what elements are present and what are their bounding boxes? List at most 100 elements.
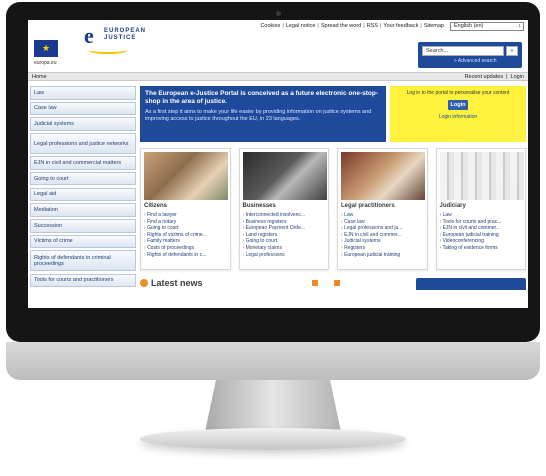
recent-updates-link[interactable]: Recent updates (465, 74, 504, 80)
card-title[interactable]: Citizens (144, 203, 227, 209)
nav-home-link[interactable]: Home (32, 74, 47, 80)
banner-text: As a first step it aims to make your lif… (145, 109, 372, 122)
top-link-spread-the-word[interactable]: Spread the word (321, 23, 361, 29)
login-link[interactable]: Login (511, 74, 524, 80)
card-link[interactable]: Case law (341, 219, 424, 226)
top-link-feedback[interactable]: Your feedback (383, 23, 418, 29)
audience-cards: Citizens Find a lawyer Find a notary Goi… (140, 148, 526, 270)
search-icon[interactable]: ⌕ (506, 46, 518, 56)
judiciary-image[interactable] (439, 152, 524, 200)
card-legal-practitioners: Legal practitioners Law Case law Legal p… (337, 148, 428, 270)
top-link-cookies[interactable]: Cookies (260, 23, 280, 29)
card-link[interactable]: Interconnected insolvenc... (243, 212, 326, 219)
language-select[interactable]: English (en) ↕ (450, 21, 524, 31)
monitor-mockup: ★ europa.eu e EUROPEAN JUSTICE Search...… (0, 0, 546, 476)
divider: | (317, 23, 319, 29)
card-link[interactable]: Law (440, 212, 523, 219)
card-link[interactable]: Rights of defendants in c... (144, 252, 227, 259)
camera-dot (276, 11, 281, 16)
divider: | (420, 23, 422, 29)
card-link[interactable]: Going to court (243, 238, 326, 245)
legal-practitioners-image[interactable] (341, 152, 425, 200)
top-link-legal-notice[interactable]: Legal notice (286, 23, 316, 29)
top-link-rss[interactable]: RSS (367, 23, 378, 29)
sidebar-item-rights-of-defendants[interactable]: Rights of defendants in criminal proceed… (30, 250, 136, 272)
card-link[interactable]: Registers (341, 245, 424, 252)
monitor-stand-neck (205, 380, 341, 432)
search-input[interactable]: Search... (422, 46, 504, 56)
news-feed-icons (312, 280, 342, 286)
nav-right-links: Recent updates | Login (465, 74, 524, 80)
card-link[interactable]: Business registers (243, 219, 326, 226)
sidebar-item-law[interactable]: Law (30, 86, 136, 100)
monitor-chin (6, 342, 540, 380)
card-link[interactable]: EJN in civil and commer... (440, 225, 523, 232)
card-link[interactable]: Videoconferencing (440, 238, 523, 245)
card-link[interactable]: Find a lawyer (144, 212, 227, 219)
sidebar-item-mediation[interactable]: Mediation (30, 203, 136, 217)
sidebar-item-judicial-systems[interactable]: Judicial systems (30, 117, 136, 131)
card-link[interactable]: Family matters (144, 238, 227, 245)
news-tab[interactable] (416, 278, 526, 290)
login-information-link[interactable]: Login information (390, 114, 526, 120)
card-link[interactable]: Monetary claims (243, 245, 326, 252)
businesses-image[interactable] (242, 152, 327, 200)
latest-news-label: Latest news (151, 278, 203, 288)
divider: | (282, 23, 284, 29)
card-link[interactable]: European Payment Orde... (243, 225, 326, 232)
divider: | (363, 23, 365, 29)
sidebar-item-tools-for-courts[interactable]: Tools for courts and practitioners (30, 273, 136, 288)
rss-icon[interactable] (334, 280, 342, 286)
news-section: Latest news (140, 278, 526, 308)
sidebar-item-legal-professions[interactable]: Legal professions and justice networks (30, 133, 136, 155)
europa-eu-label[interactable]: europa.eu (34, 60, 57, 66)
card-link[interactable]: Taking of evidence forms (440, 245, 523, 252)
news-bullet-icon (140, 279, 148, 287)
login-panel: Log in to the portal to personalise your… (390, 86, 526, 142)
sidebar-item-succession[interactable]: Succession (30, 219, 136, 233)
card-title[interactable]: Legal practitioners (341, 203, 424, 209)
citizens-image[interactable] (144, 152, 228, 200)
card-link[interactable]: Law (341, 212, 424, 219)
card-link[interactable]: Legal professions (243, 252, 326, 259)
card-link[interactable]: Costs of proceedings (144, 245, 227, 252)
portal-screen: ★ europa.eu e EUROPEAN JUSTICE Search...… (28, 20, 528, 308)
sidebar-item-case-law[interactable]: Case law (30, 101, 136, 116)
card-link[interactable]: Legal professions and ju... (341, 225, 424, 232)
card-link[interactable]: Going to court (144, 225, 227, 232)
breadcrumb-bar: Home Recent updates | Login (28, 72, 528, 81)
banner-title: The European e-Justice Portal is conceiv… (145, 90, 378, 105)
advanced-search-link[interactable]: » Advanced search (454, 58, 497, 64)
card-title[interactable]: Businesses (243, 203, 326, 209)
card-link[interactable]: European judicial training (440, 232, 523, 239)
card-link[interactable]: Judicial systems (341, 238, 424, 245)
card-title[interactable]: Judiciary (440, 203, 523, 209)
sidebar-menu: Law Case law Judicial systems Legal prof… (30, 86, 136, 289)
sidebar-item-victims-of-crime[interactable]: Victims of crime (30, 234, 136, 249)
top-links-bar: Cookies | Legal notice | Spread the word… (28, 20, 528, 32)
search-panel: Search... ⌕ » Advanced search (418, 42, 522, 68)
divider: | (379, 23, 382, 29)
login-button[interactable]: Login (448, 100, 468, 110)
intro-banner: The European e-Justice Portal is conceiv… (140, 86, 386, 142)
latest-news-heading: Latest news (140, 278, 203, 288)
monitor-stand-base (140, 428, 406, 450)
rss-icon[interactable] (312, 280, 320, 286)
card-link[interactable]: Find a notary (144, 219, 227, 226)
sidebar-item-legal-aid[interactable]: Legal aid (30, 187, 136, 202)
eu-flag-icon[interactable]: ★ (34, 40, 58, 57)
card-link[interactable]: Tools for courts and prac... (440, 219, 523, 226)
top-link-sitemap[interactable]: Sitemap (424, 23, 444, 29)
divider: | (506, 73, 508, 80)
card-link[interactable]: Rights of victims of crime... (144, 232, 227, 239)
card-citizens: Citizens Find a lawyer Find a notary Goi… (140, 148, 231, 270)
login-prompt: Log in to the portal to personalise your… (406, 90, 510, 96)
sidebar-item-going-to-court[interactable]: Going to court (30, 171, 136, 186)
card-link[interactable]: EJN in civil and commer... (341, 232, 424, 239)
card-link[interactable]: Land registers (243, 232, 326, 239)
card-link[interactable]: European judicial training (341, 252, 424, 259)
language-value: English (en) (454, 23, 484, 29)
sidebar-item-ejn-civil[interactable]: EJN in civil and commercial matters (30, 156, 136, 170)
scales-of-justice-icon (88, 46, 128, 54)
select-arrows-icon: ↕ (518, 23, 521, 29)
